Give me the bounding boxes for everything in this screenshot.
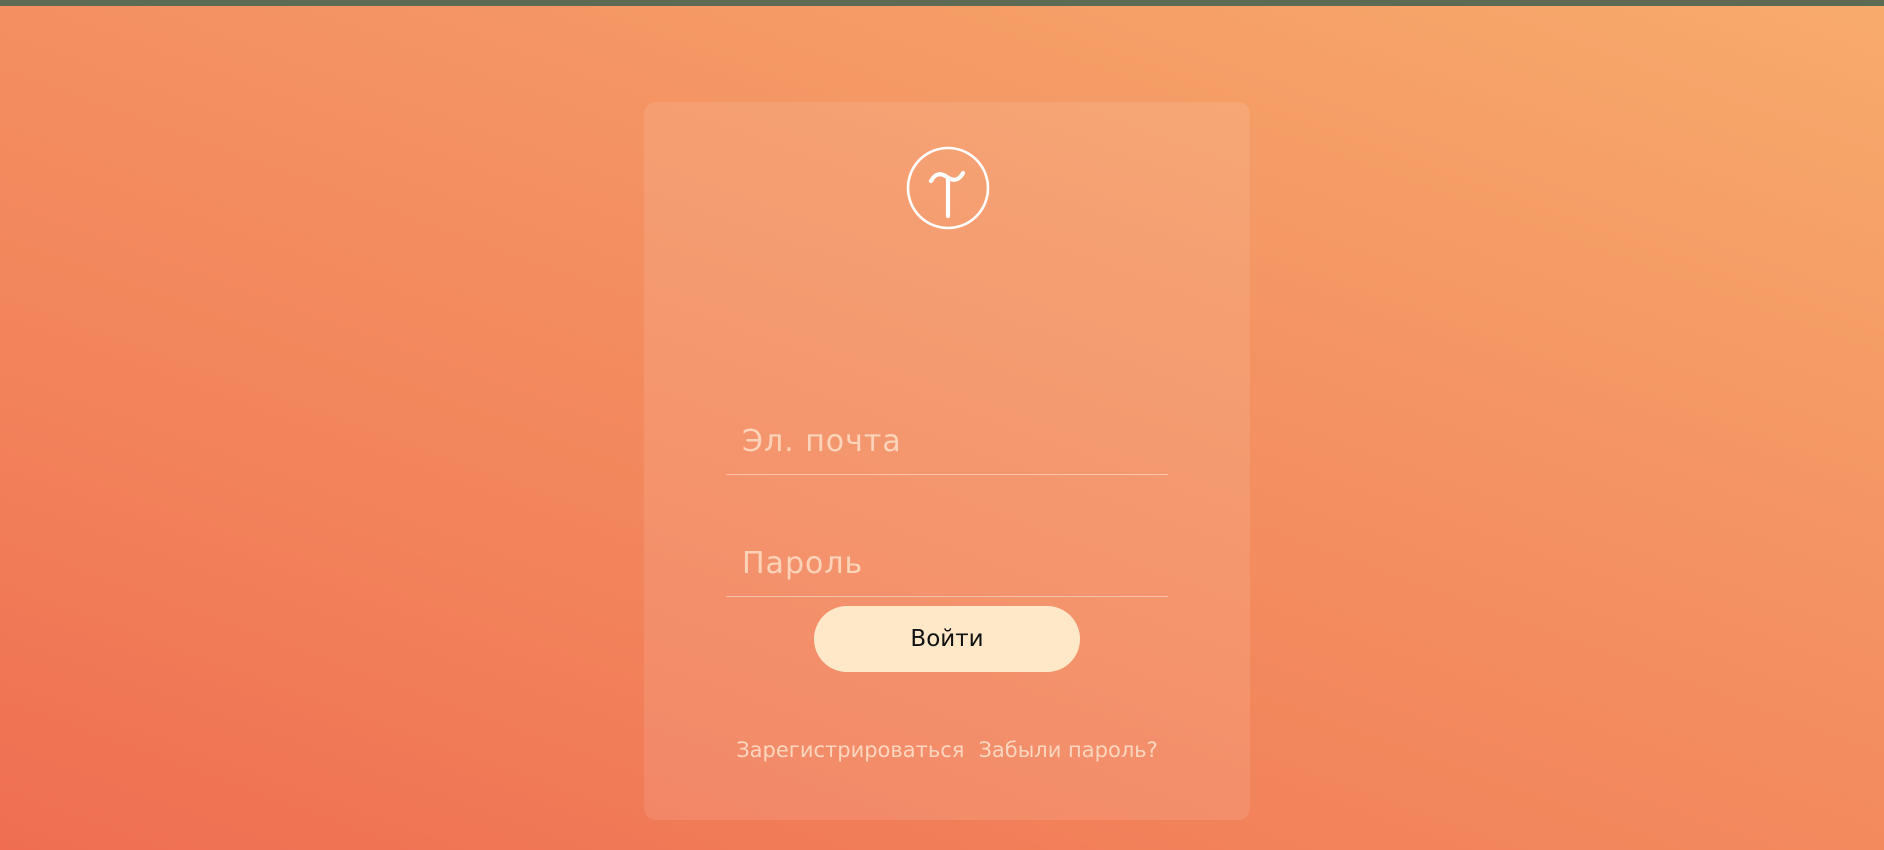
- tilda-logo-icon: [906, 146, 990, 230]
- top-strip: [0, 0, 1884, 6]
- register-link[interactable]: Зарегистрироваться: [736, 738, 964, 762]
- auth-links: Зарегистрироваться Забыли пароль?: [644, 738, 1250, 762]
- password-field-wrapper: [726, 530, 1168, 597]
- login-card: Войти Зарегистрироваться Забыли пароль?: [644, 102, 1250, 820]
- email-field-wrapper: [726, 408, 1168, 475]
- email-input[interactable]: [726, 408, 1168, 474]
- login-button[interactable]: Войти: [814, 606, 1080, 672]
- forgot-password-link[interactable]: Забыли пароль?: [978, 738, 1157, 762]
- password-input[interactable]: [726, 530, 1168, 596]
